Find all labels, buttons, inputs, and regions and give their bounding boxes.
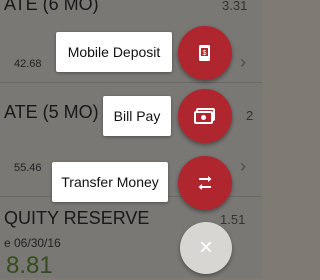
bill-pay-label[interactable]: Bill Pay xyxy=(103,96,171,136)
mobile-deposit-icon: $ xyxy=(199,45,210,61)
svg-text:$: $ xyxy=(203,50,207,57)
fab-menu-item-transfer-money[interactable]: Transfer Money xyxy=(0,156,262,210)
transfer-money-label[interactable]: Transfer Money xyxy=(52,162,168,202)
mobile-deposit-button[interactable]: $ xyxy=(178,26,232,80)
transfer-icon xyxy=(198,176,212,190)
bill-pay-icon xyxy=(194,108,215,124)
mobile-deposit-label[interactable]: Mobile Deposit xyxy=(56,32,172,72)
close-fab-button[interactable]: × xyxy=(180,222,232,274)
bill-pay-button[interactable] xyxy=(178,89,232,143)
fab-menu-item-bill-pay[interactable]: Bill Pay xyxy=(0,89,262,143)
fab-menu-item-mobile-deposit[interactable]: Mobile Deposit $ xyxy=(0,26,262,80)
transfer-money-button[interactable] xyxy=(178,156,232,210)
close-icon: × xyxy=(198,234,213,261)
